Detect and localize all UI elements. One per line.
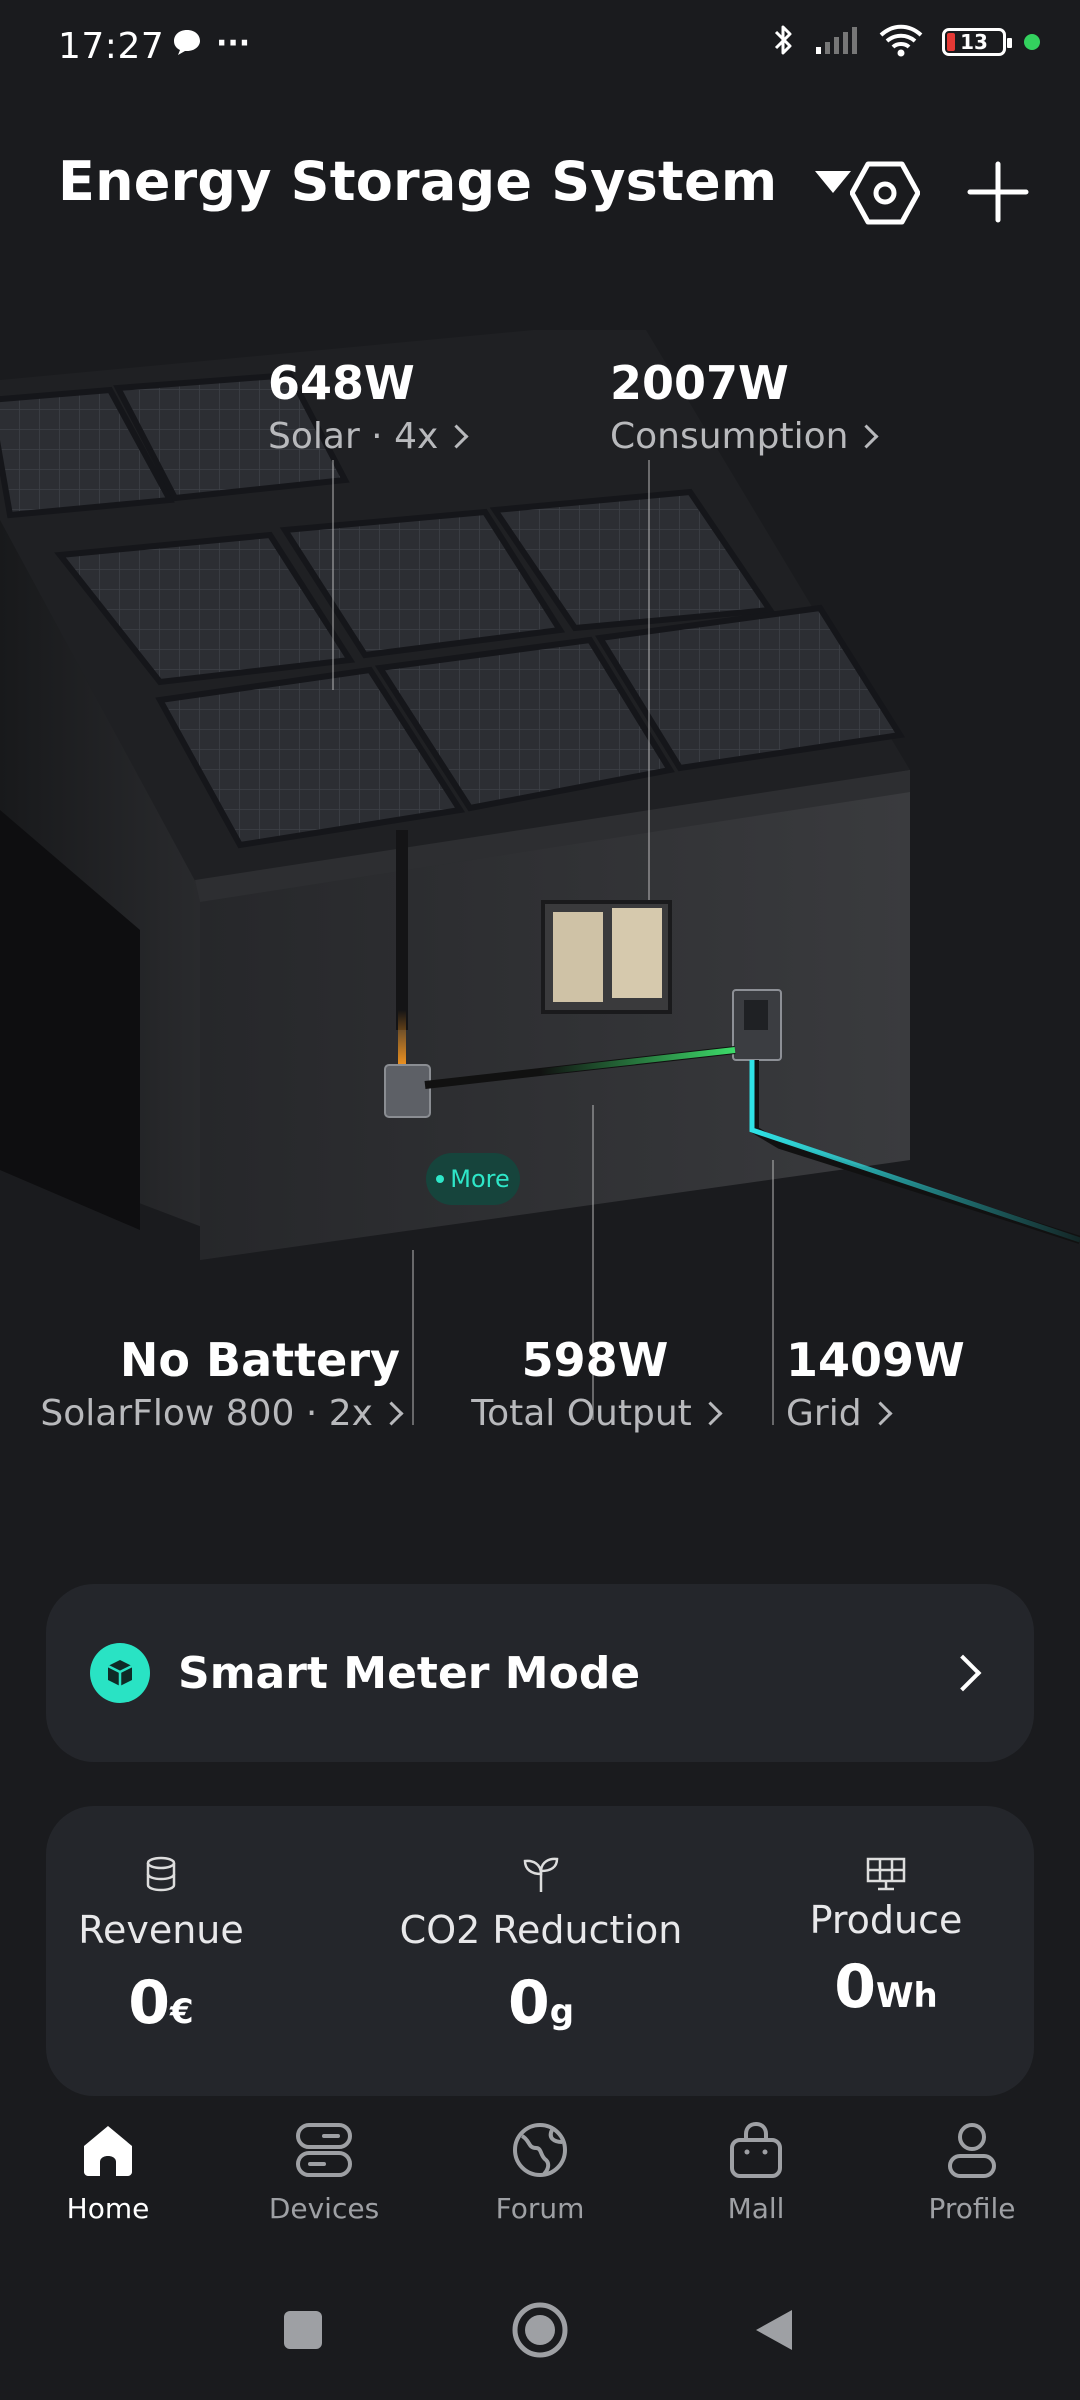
nav-devices[interactable]: Devices: [216, 2120, 432, 2250]
coins-icon: [144, 1856, 178, 1898]
co2-stat[interactable]: CO2 Reduction 0g: [376, 1856, 706, 2038]
co2-unit: g: [549, 1992, 575, 2032]
dropdown-caret-icon[interactable]: [815, 170, 852, 193]
consumption-leader-line: [648, 460, 650, 900]
nav-profile[interactable]: Profile: [864, 2120, 1080, 2250]
nav-label-profile: Profile: [928, 2192, 1016, 2225]
total-output-label: Total Output: [471, 1393, 692, 1434]
home-icon: [78, 2120, 138, 2184]
battery-icon: 13: [942, 28, 1012, 56]
consumption-value: 2007W: [610, 356, 789, 410]
smart-meter-mode-label: Smart Meter Mode: [178, 1647, 641, 1699]
grid-leader-line: [772, 1160, 774, 1425]
sprout-icon: [521, 1856, 561, 1898]
chevron-right-icon: [868, 1401, 893, 1426]
wifi-icon: [878, 23, 924, 61]
devices-icon: [294, 2120, 354, 2184]
chevron-right-icon: [698, 1401, 723, 1426]
green-dot-icon: [1024, 34, 1040, 50]
globe-icon: [510, 2120, 570, 2184]
nav-home[interactable]: Home: [0, 2120, 216, 2250]
grid-label: Grid: [786, 1393, 862, 1434]
status-time: 17:27: [58, 26, 165, 67]
more-dots: ···: [216, 26, 251, 61]
bottom-nav: Home Devices Forum Mall Profile: [0, 2120, 1080, 2250]
battery-label: SolarFlow 800 · 2x: [40, 1393, 373, 1434]
solar-panel-icon: [864, 1856, 908, 1896]
page-title[interactable]: Energy Storage System: [58, 150, 777, 213]
solar-leader-line: [332, 460, 334, 690]
status-right-icons: 13: [772, 22, 1040, 62]
bluetooth-icon: [772, 22, 796, 62]
title-row[interactable]: Energy Storage System: [58, 150, 852, 213]
more-button[interactable]: More: [426, 1153, 520, 1205]
smart-meter-mode-card[interactable]: Smart Meter Mode: [46, 1584, 1034, 1762]
chevron-right-icon: [944, 1654, 982, 1692]
total-output-readout[interactable]: 598W Total Output: [470, 1333, 723, 1434]
chevron-right-icon: [444, 424, 469, 449]
house-illustration: [0, 330, 1080, 1260]
nav-label-devices: Devices: [268, 2192, 380, 2225]
produce-label: Produce: [809, 1898, 963, 1942]
grid-value: 1409W: [786, 1333, 965, 1387]
battery-readout[interactable]: No Battery SolarFlow 800 · 2x: [40, 1333, 404, 1434]
consumption-label: Consumption: [610, 416, 849, 457]
consumption-readout[interactable]: 2007W Consumption: [610, 356, 879, 457]
cube-icon: [90, 1643, 150, 1703]
total-output-value: 598W: [521, 1333, 669, 1387]
hexagon-settings-icon[interactable]: [849, 160, 921, 230]
recents-button: [284, 2311, 322, 2349]
co2-value: 0g: [508, 1968, 574, 2038]
solar-readout[interactable]: 648W Solar · 4x: [268, 356, 469, 457]
revenue-unit: €: [170, 1992, 194, 2032]
produce-unit: Wh: [876, 1976, 938, 2016]
battery-value: No Battery: [119, 1333, 400, 1387]
stats-card: Revenue 0€ CO2 Reduction 0g Produce 0Wh: [46, 1806, 1034, 2096]
solar-value: 648W: [268, 356, 415, 410]
battery-leader-line: [412, 1250, 414, 1425]
dot-icon: [436, 1175, 445, 1183]
nav-mall[interactable]: Mall: [648, 2120, 864, 2250]
produce-number: 0: [834, 1952, 877, 2022]
produce-value: 0Wh: [834, 1952, 937, 2022]
nav-label-mall: Mall: [727, 2192, 785, 2225]
plus-icon[interactable]: [966, 160, 1030, 228]
co2-label: CO2 Reduction: [399, 1908, 683, 1952]
solar-label: Solar · 4x: [268, 416, 439, 457]
revenue-value: 0€: [128, 1968, 193, 2038]
chevron-right-icon: [854, 424, 879, 449]
back-button: [756, 2310, 792, 2350]
more-label: More: [450, 1165, 510, 1193]
bag-icon: [726, 2120, 786, 2184]
produce-stat[interactable]: Produce 0Wh: [766, 1856, 1006, 2022]
nav-label-forum: Forum: [495, 2192, 585, 2225]
person-icon: [942, 2120, 1002, 2184]
battery-level: 13: [960, 30, 988, 54]
signal-icon: [814, 25, 860, 59]
revenue-label: Revenue: [78, 1908, 244, 1952]
nav-label-home: Home: [66, 2192, 150, 2225]
system-navigation: [284, 2302, 792, 2358]
chat-bubble-icon: [172, 28, 202, 60]
nav-forum[interactable]: Forum: [432, 2120, 648, 2250]
revenue-stat[interactable]: Revenue 0€: [46, 1856, 276, 2038]
status-left-icons: ···: [172, 26, 250, 61]
co2-number: 0: [507, 1968, 550, 2038]
revenue-number: 0: [128, 1968, 171, 2038]
grid-readout[interactable]: 1409W Grid: [786, 1333, 965, 1434]
chevron-right-icon: [379, 1401, 404, 1426]
